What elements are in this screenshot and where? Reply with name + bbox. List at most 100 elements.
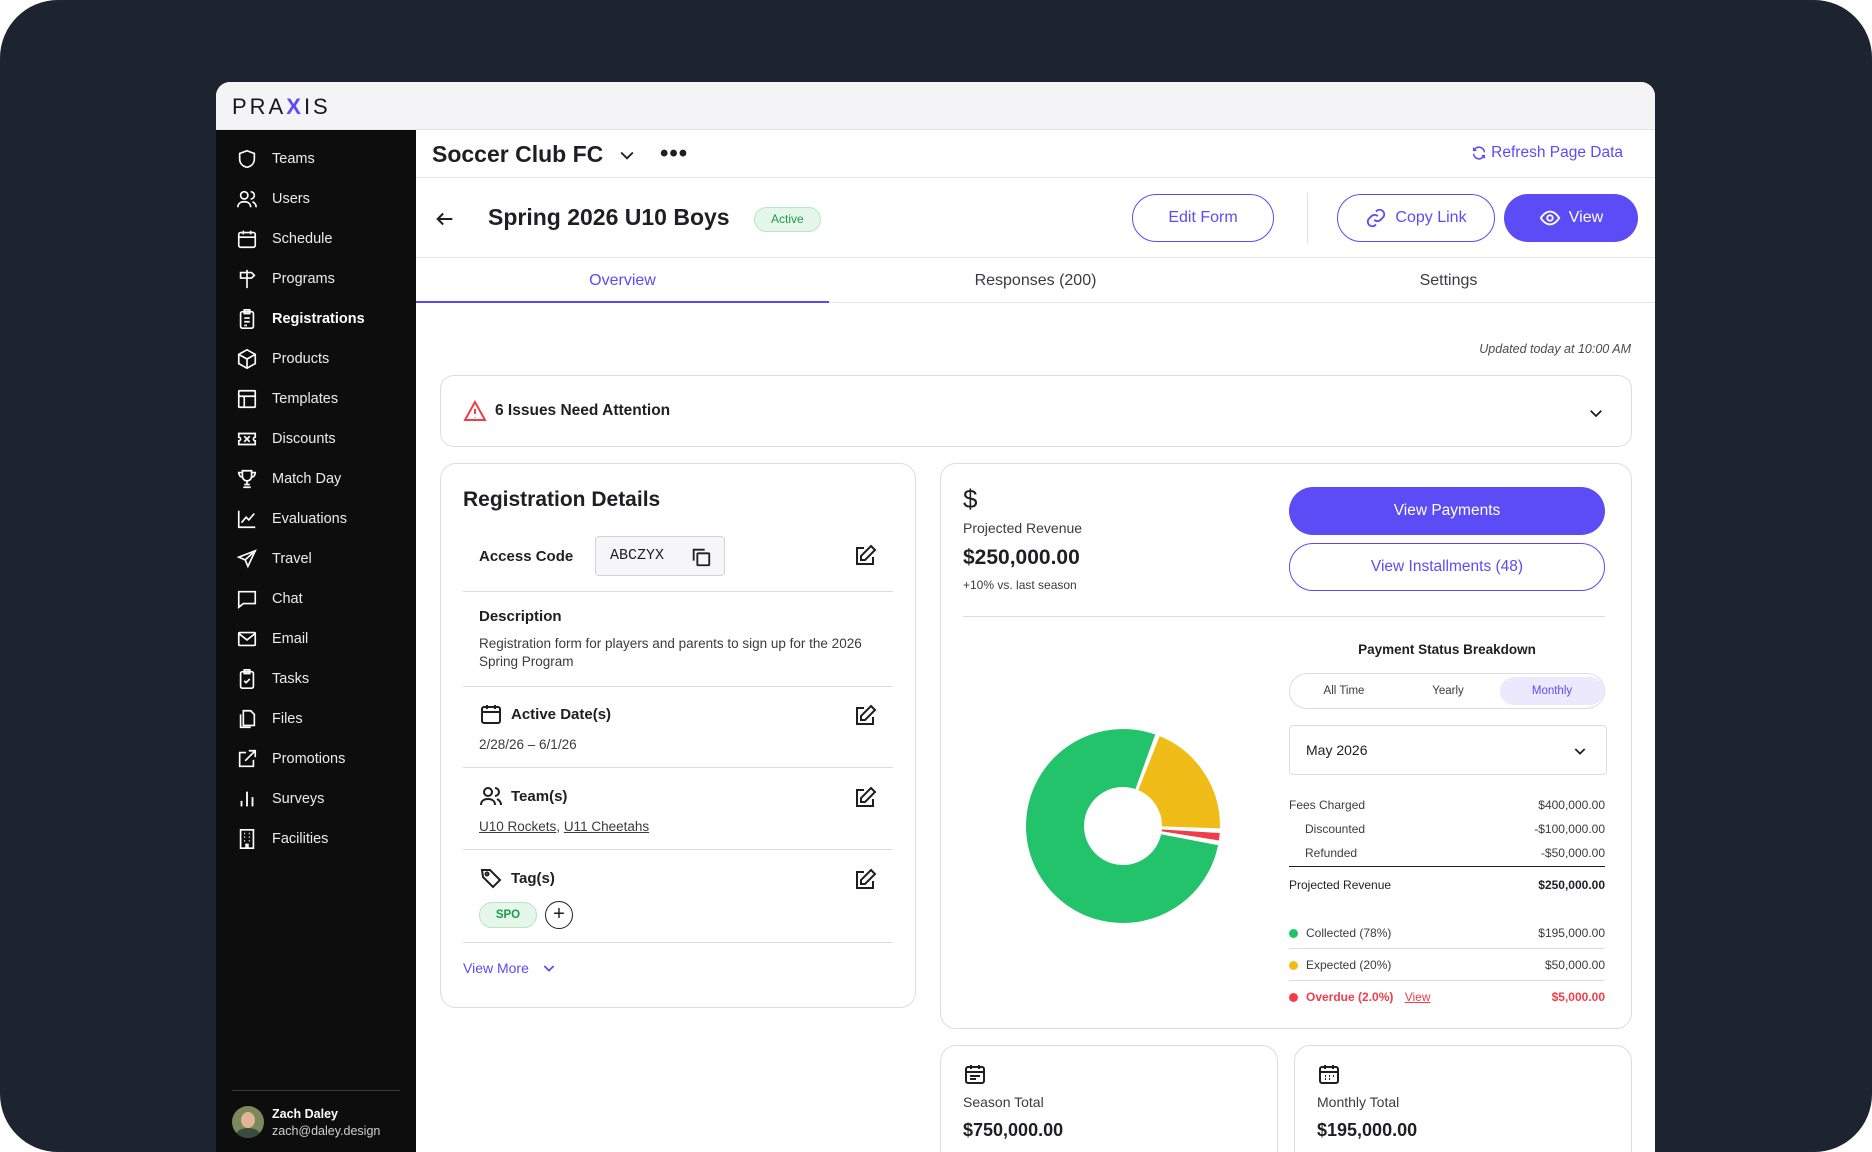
avatar bbox=[232, 1106, 264, 1138]
row-value: $5,000.00 bbox=[1551, 990, 1605, 1004]
row-value: -$50,000.00 bbox=[1540, 846, 1605, 860]
view-payments-button[interactable]: View Payments bbox=[1289, 487, 1605, 535]
expected-row: Expected (20%) $50,000.00 bbox=[1289, 958, 1605, 972]
view-installments-button[interactable]: View Installments (48) bbox=[1289, 543, 1605, 591]
active-dates-value: 2/28/26 – 6/1/26 bbox=[479, 737, 577, 752]
sidebar-item-label: Files bbox=[272, 711, 303, 727]
period-yearly[interactable]: Yearly bbox=[1396, 677, 1500, 705]
edit-icon[interactable] bbox=[853, 868, 877, 892]
teams-list: U10 Rockets, U11 Cheetahs bbox=[479, 818, 649, 836]
praxis-logo[interactable]: PRAXIS bbox=[232, 94, 331, 120]
month-select-value: May 2026 bbox=[1306, 742, 1368, 758]
sidebar-item-label: Templates bbox=[272, 391, 339, 407]
signpost-icon bbox=[239, 269, 256, 289]
org-selector[interactable]: Soccer Club FC bbox=[432, 141, 637, 168]
issues-alert[interactable]: 6 Issues Need Attention bbox=[440, 375, 1632, 447]
team-separator: , bbox=[556, 819, 564, 834]
tab-responses[interactable]: Responses (200) bbox=[829, 259, 1242, 303]
row-label: Overdue (2.0%) bbox=[1306, 990, 1394, 1004]
sidebar-item-label: Email bbox=[272, 631, 309, 647]
calendar-icon bbox=[237, 230, 257, 249]
dollar-icon: $ bbox=[963, 484, 978, 514]
tags-label: Tag(s) bbox=[511, 870, 555, 887]
sidebar-item-label: Evaluations bbox=[272, 511, 347, 527]
building-icon bbox=[239, 829, 255, 849]
view-button[interactable]: View bbox=[1504, 194, 1638, 242]
row-value: $50,000.00 bbox=[1544, 958, 1605, 972]
sidebar-item-teams[interactable]: Teams bbox=[236, 144, 404, 174]
sidebar-item-email[interactable]: Email bbox=[236, 624, 404, 654]
chevron-down-icon[interactable] bbox=[1587, 404, 1605, 422]
eye-icon bbox=[1539, 210, 1561, 226]
clipboard-list-icon bbox=[239, 309, 255, 329]
collected-row: Collected (78%) $195,000.00 bbox=[1289, 926, 1605, 940]
divider bbox=[963, 616, 1605, 617]
more-options-icon[interactable]: ••• bbox=[660, 140, 688, 168]
sidebar-item-evaluations[interactable]: Evaluations bbox=[236, 504, 404, 534]
calendar-icon bbox=[1319, 1065, 1339, 1084]
tag-pill[interactable]: SPO bbox=[479, 902, 537, 928]
view-more-link[interactable]: View More bbox=[463, 960, 557, 976]
sidebar-item-chat[interactable]: Chat bbox=[236, 584, 404, 614]
sidebar-item-tasks[interactable]: Tasks bbox=[236, 664, 404, 694]
monthly-total-value: $195,000.00 bbox=[1317, 1120, 1418, 1140]
user-email: zach@daley.design bbox=[272, 1123, 381, 1138]
refresh-label: Refresh Page Data bbox=[1491, 144, 1623, 161]
shield-icon bbox=[238, 149, 256, 169]
sidebar-item-templates[interactable]: Templates bbox=[236, 384, 404, 414]
sidebar-item-programs[interactable]: Programs bbox=[236, 264, 404, 294]
edit-form-button[interactable]: Edit Form bbox=[1132, 194, 1274, 242]
copy-link-button[interactable]: Copy Link bbox=[1337, 194, 1495, 242]
divider bbox=[1289, 980, 1605, 981]
tab-bar: Overview Responses (200) Settings bbox=[416, 259, 1655, 303]
monthly-total-card: Monthly Total $195,000.00 bbox=[1294, 1045, 1632, 1152]
sidebar-item-users[interactable]: Users bbox=[236, 184, 404, 214]
calendar-icon bbox=[965, 1065, 985, 1084]
divider bbox=[1289, 866, 1605, 867]
clipboard-check-icon bbox=[239, 669, 255, 689]
box-icon bbox=[237, 348, 257, 370]
tab-overview[interactable]: Overview bbox=[416, 259, 829, 303]
updated-timestamp: Updated today at 10:00 AM bbox=[1479, 342, 1631, 356]
user-name: Zach Daley bbox=[272, 1106, 339, 1121]
sidebar-item-registrations[interactable]: Registrations bbox=[236, 304, 404, 334]
sidebar-item-travel[interactable]: Travel bbox=[236, 544, 404, 574]
copy-icon[interactable] bbox=[690, 546, 712, 568]
team-link-u10-rockets[interactable]: U10 Rockets bbox=[479, 819, 556, 834]
team-link-u11-cheetahs[interactable]: U11 Cheetahs bbox=[564, 819, 649, 834]
sidebar-item-schedule[interactable]: Schedule bbox=[236, 224, 404, 254]
period-monthly[interactable]: Monthly bbox=[1500, 677, 1604, 705]
overdue-view-link[interactable]: View bbox=[1405, 990, 1431, 1004]
legend-dot bbox=[1289, 993, 1298, 1002]
access-code-field[interactable]: ABCZYX bbox=[595, 536, 725, 576]
edit-icon[interactable] bbox=[853, 704, 877, 728]
sidebar-item-promotions[interactable]: Promotions bbox=[236, 744, 404, 774]
refunded-row: Refunded -$50,000.00 bbox=[1289, 846, 1605, 860]
registration-details-card: Registration Details Access Code ABCZYX … bbox=[440, 463, 916, 1008]
revenue-card: $ Projected Revenue $250,000.00 +10% vs.… bbox=[940, 463, 1632, 1029]
sidebar-item-discounts[interactable]: Discounts bbox=[236, 424, 404, 454]
user-profile[interactable]: Zach Daley zach@daley.design bbox=[232, 1106, 380, 1138]
sidebar-item-files[interactable]: Files bbox=[236, 704, 404, 734]
projected-revenue-row: Projected Revenue $250,000.00 bbox=[1289, 878, 1605, 892]
back-arrow-icon[interactable] bbox=[434, 208, 456, 235]
edit-form-label: Edit Form bbox=[1168, 209, 1238, 226]
sidebar-item-facilities[interactable]: Facilities bbox=[236, 824, 404, 854]
sidebar-item-products[interactable]: Products bbox=[236, 344, 404, 374]
teams-label: Team(s) bbox=[511, 788, 568, 805]
period-all-time[interactable]: All Time bbox=[1292, 677, 1396, 705]
month-select[interactable]: May 2026 bbox=[1289, 725, 1607, 775]
external-link-icon bbox=[238, 749, 257, 768]
sidebar-item-label: Surveys bbox=[272, 791, 325, 807]
tab-settings[interactable]: Settings bbox=[1242, 259, 1655, 303]
sidebar-item-match-day[interactable]: Match Day bbox=[236, 464, 404, 494]
add-tag-button[interactable]: + bbox=[545, 901, 573, 929]
bar-chart-icon bbox=[240, 791, 254, 807]
edit-icon[interactable] bbox=[853, 544, 877, 568]
edit-icon[interactable] bbox=[853, 786, 877, 810]
refresh-page-data-button[interactable]: Refresh Page Data bbox=[1471, 144, 1623, 162]
sidebar-item-surveys[interactable]: Surveys bbox=[236, 784, 404, 814]
view-more-label: View More bbox=[463, 960, 529, 976]
header-divider bbox=[1307, 193, 1308, 243]
divider bbox=[1289, 948, 1605, 949]
